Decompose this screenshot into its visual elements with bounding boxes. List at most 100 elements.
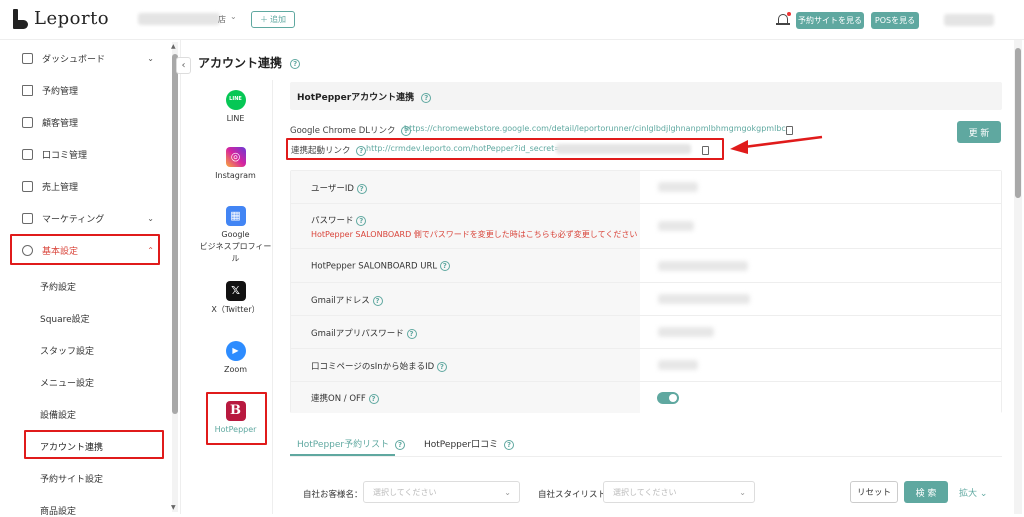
help-icon[interactable]: ?: [372, 295, 383, 306]
sidebar-item-reservations[interactable]: 予約管理: [22, 84, 158, 97]
dashboard-icon: [22, 53, 33, 64]
sidebar-item-marketing[interactable]: マーケティング ⌄: [22, 212, 158, 225]
settings-table: ユーザーID ? パスワード ? HotPepper SALONBOARD 側で…: [290, 170, 1002, 413]
row-label: ユーザーID ?: [311, 182, 367, 194]
help-icon[interactable]: ?: [356, 183, 367, 194]
bell-icon[interactable]: [776, 12, 791, 28]
user-id-field[interactable]: [640, 171, 1001, 203]
chart-icon: [22, 181, 33, 192]
launch-link-secret: [556, 144, 691, 154]
table-row-user-id: ユーザーID ?: [291, 171, 1001, 204]
help-icon[interactable]: ?: [368, 393, 379, 404]
top-bar: Leporto 店 ⌄ ＋ 追加 予約サイトを見る POSを見る: [0, 0, 1024, 40]
panel-title-text: HotPepperアカウント連携: [297, 93, 415, 103]
stylist-select-placeholder: 選択してください: [613, 487, 677, 497]
integration-label: Google ビジネスプロフィール: [199, 230, 272, 263]
main-scrollbar-thumb[interactable]: [1015, 48, 1021, 198]
chevron-down-icon: ⌄: [147, 214, 154, 223]
integration-label: LINE: [226, 114, 245, 123]
marketing-icon: [22, 213, 33, 224]
leporto-logo[interactable]: Leporto: [12, 8, 109, 29]
help-icon[interactable]: ?: [504, 439, 514, 450]
launch-link-label: 連携起動リンク ?: [291, 144, 367, 156]
integration-list: LINE LINE ◎ Instagram ▦ Google ビジネスプロフィー…: [198, 80, 273, 514]
table-row-review-id: 口コミページのsInから始まるID ?: [291, 349, 1001, 382]
tab-hotpepper-reviews[interactable]: HotPepper口コミ ?: [424, 437, 514, 450]
customer-select[interactable]: 選択してください ⌄: [363, 481, 520, 503]
sidebar-item-label: ダッシュボード: [42, 55, 106, 65]
sidebar-subitem-equipment-settings[interactable]: 設備設定: [40, 408, 76, 421]
integration-zoom[interactable]: ▶ Zoom: [198, 341, 273, 376]
integration-hotpepper[interactable]: B HotPepper: [198, 401, 273, 436]
sidebar-subitem-square-settings[interactable]: Square設定: [40, 312, 90, 325]
view-pos-button[interactable]: POSを見る: [871, 12, 919, 29]
view-reservation-site-button[interactable]: 予約サイトを見る: [796, 12, 864, 29]
logo-text: Leporto: [34, 8, 110, 29]
stylist-select[interactable]: 選択してください ⌄: [603, 481, 755, 503]
leporto-logo-mark-icon: [12, 8, 30, 29]
launch-link[interactable]: http://crmdev.leporto.com/hotPepper?id_s…: [366, 144, 561, 153]
help-icon[interactable]: ?: [436, 361, 447, 372]
review-id-field[interactable]: [640, 349, 1001, 381]
collapse-sidebar-button[interactable]: ‹: [176, 57, 191, 74]
sidebar-subitem-reservation-settings[interactable]: 予約設定: [40, 280, 76, 293]
help-icon[interactable]: ?: [290, 58, 301, 69]
sidebar-item-reviews[interactable]: 口コミ管理: [22, 148, 158, 161]
chevron-down-icon: ⌄: [147, 54, 154, 63]
help-icon[interactable]: ?: [439, 261, 450, 271]
reset-button[interactable]: リセット: [850, 481, 898, 503]
google-business-icon: ▦: [225, 206, 246, 226]
sidebar-item-basic-settings[interactable]: 基本設定 ⌃: [22, 244, 158, 257]
gmail-app-password-field[interactable]: [640, 316, 1001, 348]
tab-hotpepper-reservations[interactable]: HotPepper予約リスト ?: [297, 437, 405, 450]
chevron-down-icon[interactable]: ⌄: [230, 12, 237, 21]
help-icon[interactable]: ?: [395, 439, 405, 450]
help-icon[interactable]: ?: [421, 92, 432, 103]
chevron-down-icon: ⌄: [979, 489, 988, 499]
customer-select-placeholder: 選択してください: [373, 487, 437, 497]
sidebar-item-sales[interactable]: 売上管理: [22, 180, 158, 193]
integration-line[interactable]: LINE LINE: [198, 90, 273, 125]
copy-icon[interactable]: [700, 144, 709, 155]
customer-filter-label: 自社お客様名：: [303, 490, 363, 500]
sidebar-item-customers[interactable]: 顧客管理: [22, 116, 158, 129]
update-button[interactable]: 更 新: [957, 121, 1001, 143]
integration-instagram[interactable]: ◎ Instagram: [198, 147, 273, 182]
scroll-down-arrow-icon[interactable]: ▼: [171, 504, 176, 511]
chevron-down-icon: ⌄: [504, 487, 511, 497]
sidebar-subitem-account-integration[interactable]: アカウント連携: [40, 440, 103, 453]
chrome-dl-link[interactable]: https://chromewebstore.google.com/detail…: [404, 124, 786, 133]
store-selector[interactable]: [138, 13, 220, 25]
search-button[interactable]: 検 索: [904, 481, 948, 503]
password-warning: HotPepper SALONBOARD 側でパスワードを変更した時はこちらも必…: [311, 230, 638, 239]
salonboard-url-field[interactable]: [640, 249, 1001, 282]
integration-label: X（Twitter）: [211, 305, 260, 314]
password-field[interactable]: [640, 204, 1001, 248]
user-menu[interactable]: [944, 14, 994, 26]
help-icon[interactable]: ?: [406, 328, 417, 339]
row-label: Gmailアドレス ?: [311, 294, 383, 306]
integration-x-twitter[interactable]: 𝕏 X（Twitter）: [198, 281, 273, 316]
sidebar-item-dashboard[interactable]: ダッシュボード ⌄: [22, 52, 158, 65]
sidebar-subitem-product-settings[interactable]: 商品設定: [40, 504, 76, 517]
chrome-dl-label-text: Google Chrome DLリンク: [290, 126, 396, 136]
integration-google-business[interactable]: ▦ Google ビジネスプロフィール: [198, 206, 273, 265]
table-row-gmail-app-password: Gmailアプリパスワード ?: [291, 316, 1001, 349]
gmail-field[interactable]: [640, 283, 1001, 315]
table-row-password: パスワード ? HotPepper SALONBOARD 側でパスワードを変更し…: [291, 204, 1001, 249]
sidebar-subitem-staff-settings[interactable]: スタッフ設定: [40, 344, 94, 357]
help-icon[interactable]: ?: [356, 215, 367, 226]
add-store-button[interactable]: ＋ 追加: [251, 11, 295, 28]
sidebar-subitem-menu-settings[interactable]: メニュー設定: [40, 376, 94, 389]
expand-filters-link[interactable]: 拡大 ⌄: [959, 486, 987, 499]
tab-label: HotPepper口コミ: [424, 440, 499, 450]
integration-label: Instagram: [215, 171, 256, 180]
sidebar-subitem-reservation-site-settings[interactable]: 予約サイト設定: [40, 472, 103, 485]
sidebar-item-label: 口コミ管理: [42, 151, 88, 161]
sidebar-scrollbar-thumb[interactable]: [172, 54, 178, 414]
integration-toggle[interactable]: [657, 392, 679, 404]
help-icon[interactable]: ?: [356, 145, 367, 156]
scroll-up-arrow-icon[interactable]: ▲: [171, 43, 176, 50]
active-tab-indicator: [290, 454, 395, 456]
annotation-arrow-icon: [730, 135, 823, 154]
